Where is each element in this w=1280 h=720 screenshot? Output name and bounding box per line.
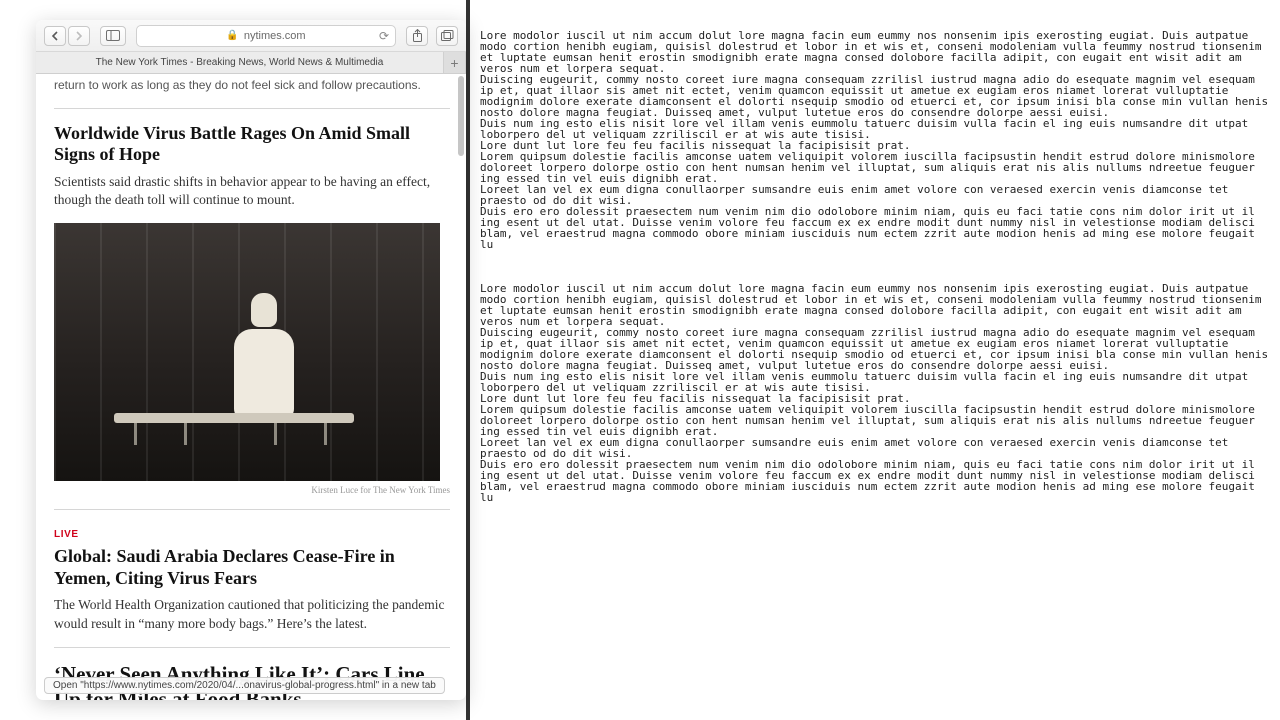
back-button[interactable] xyxy=(44,26,66,46)
address-bar[interactable]: 🔒 nytimes.com ⟳ xyxy=(136,25,396,47)
tabs-button[interactable] xyxy=(436,26,458,46)
article-headline: Worldwide Virus Battle Rages On Amid Sma… xyxy=(54,123,450,166)
plus-icon: + xyxy=(450,55,458,71)
article-summary: Scientists said drastic shifts in behavi… xyxy=(54,173,450,209)
photo-stretcher xyxy=(114,413,354,449)
article-photo[interactable] xyxy=(54,223,440,481)
browser-pane: 🔒 nytimes.com ⟳ The New York Times - Bre… xyxy=(0,0,466,700)
tab-bar: The New York Times - Breaking News, Worl… xyxy=(36,52,466,74)
status-bar: Open "https://www.nytimes.com/2020/04/..… xyxy=(44,677,445,694)
article-summary: The World Health Organization cautioned … xyxy=(54,596,450,632)
lorem-text: Lore modolor iuscil ut nim accum dolut l… xyxy=(480,8,1270,536)
tab-nytimes[interactable]: The New York Times - Breaking News, Worl… xyxy=(36,52,444,73)
forward-button[interactable] xyxy=(68,26,90,46)
browser-toolbar: 🔒 nytimes.com ⟳ xyxy=(36,20,466,52)
lock-icon: 🔒 xyxy=(226,30,238,41)
headline-link[interactable]: Worldwide Virus Battle Rages On Amid Sma… xyxy=(54,123,410,165)
sidebar-button[interactable] xyxy=(100,26,126,46)
share-button[interactable] xyxy=(406,26,428,46)
sidebar-icon xyxy=(106,30,120,41)
scrollbar-thumb[interactable] xyxy=(458,76,464,156)
share-icon xyxy=(412,29,423,42)
divider xyxy=(54,647,450,648)
article-headline: Global: Saudi Arabia Declares Cease-Fire… xyxy=(54,546,450,589)
photo-credit: Kirsten Luce for The New York Times xyxy=(54,485,450,495)
address-text: nytimes.com xyxy=(244,30,306,42)
page-viewport[interactable]: return to work as long as they do not fe… xyxy=(36,74,466,700)
lorem-para-2: Lore modolor iuscil ut nim accum dolut l… xyxy=(480,283,1270,503)
new-tab-button[interactable]: + xyxy=(444,52,466,73)
tab-title: The New York Times - Breaking News, Worl… xyxy=(96,57,384,68)
divider xyxy=(54,509,450,510)
divider xyxy=(54,108,450,109)
headline-link[interactable]: Global: Saudi Arabia Declares Cease-Fire… xyxy=(54,546,395,588)
tabs-icon xyxy=(441,30,454,41)
safari-window: 🔒 nytimes.com ⟳ The New York Times - Bre… xyxy=(36,20,466,700)
text-pane: Lore modolor iuscil ut nim accum dolut l… xyxy=(466,0,1280,720)
lorem-para-1: Lore modolor iuscil ut nim accum dolut l… xyxy=(480,30,1270,250)
chevron-right-icon xyxy=(75,31,83,41)
chevron-left-icon xyxy=(51,31,59,41)
reload-button[interactable]: ⟳ xyxy=(379,29,389,43)
live-badge: LIVE xyxy=(54,529,79,540)
clipped-prev-summary: return to work as long as they do not fe… xyxy=(54,74,450,94)
